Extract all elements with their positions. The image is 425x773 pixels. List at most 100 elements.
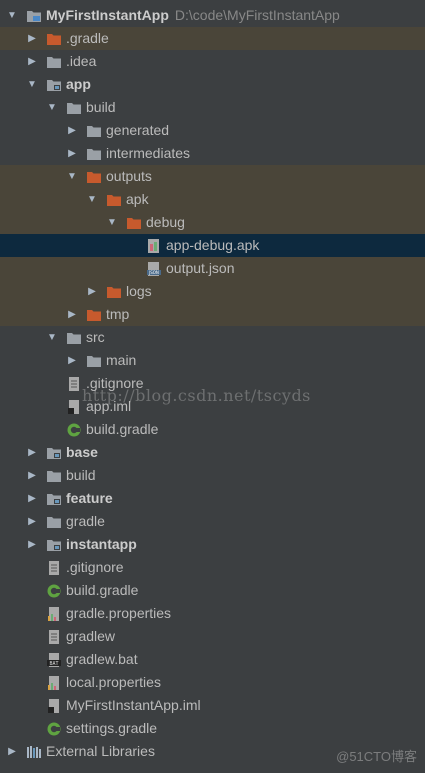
tree-row[interactable]: ▶ gradle xyxy=(0,510,425,533)
tree-row-label: feature xyxy=(66,487,113,510)
iml-file-icon xyxy=(46,698,62,714)
iml-file-icon xyxy=(66,399,82,415)
expand-arrow-icon[interactable]: ▶ xyxy=(26,50,38,73)
collapse-arrow-icon[interactable]: ▼ xyxy=(6,4,18,27)
expand-arrow-icon[interactable]: ▶ xyxy=(26,27,38,50)
tree-row[interactable]: ▶ logs xyxy=(0,280,425,303)
tree-row-label: outputs xyxy=(106,165,152,188)
tree-row-text: gradle.properties xyxy=(66,605,172,621)
json-file-icon: JSON xyxy=(146,261,162,277)
tree-row[interactable]: .gitignore xyxy=(0,556,425,579)
tree-row[interactable]: .gitignore xyxy=(0,372,425,395)
excluded-folder-icon xyxy=(106,284,122,300)
project-folder-icon xyxy=(26,8,42,24)
tree-row-label: generated xyxy=(106,119,169,142)
tree-row[interactable]: ▶ generated xyxy=(0,119,425,142)
tree-row[interactable]: JSON output.json xyxy=(0,257,425,280)
tree-row[interactable]: ▶ tmp xyxy=(0,303,425,326)
tree-row-text: app-debug.apk xyxy=(166,237,260,253)
tree-row[interactable]: ▶ build xyxy=(0,464,425,487)
collapse-arrow-icon[interactable]: ▼ xyxy=(86,188,98,211)
tree-row-text: apk xyxy=(126,191,149,207)
expand-arrow-icon[interactable]: ▶ xyxy=(66,142,78,165)
expand-arrow-icon[interactable]: ▶ xyxy=(26,510,38,533)
collapse-arrow-icon[interactable]: ▼ xyxy=(66,165,78,188)
expand-arrow-icon[interactable]: ▶ xyxy=(86,280,98,303)
tree-row-text: .idea xyxy=(66,53,97,69)
tree-row-text: generated xyxy=(106,122,170,138)
expand-arrow-icon[interactable]: ▶ xyxy=(26,487,38,510)
tree-row[interactable]: gradlew xyxy=(0,625,425,648)
expand-arrow-icon[interactable]: ▶ xyxy=(26,533,38,556)
tree-row-text: settings.gradle xyxy=(66,720,158,736)
tree-row[interactable]: settings.gradle xyxy=(0,717,425,740)
expand-arrow-icon[interactable]: ▶ xyxy=(26,464,38,487)
tree-row[interactable]: ▶ instantapp xyxy=(0,533,425,556)
properties-file-icon xyxy=(46,675,62,691)
tree-row[interactable]: ▶ .gradle xyxy=(0,27,425,50)
folder-icon xyxy=(86,146,102,162)
tree-row[interactable]: ▶ .idea xyxy=(0,50,425,73)
tree-row-label: MyFirstInstantApp D:\code\MyFirstInstantA… xyxy=(46,4,340,27)
expand-arrow-icon[interactable]: ▶ xyxy=(66,119,78,142)
tree-row-text: local.properties xyxy=(66,674,161,690)
tree-row-text: intermediates xyxy=(106,145,191,161)
tree-row[interactable]: ▼ debug xyxy=(0,211,425,234)
tree-row-text: .gradle xyxy=(66,30,109,46)
tree-row-label: src xyxy=(86,326,105,349)
tree-row-text: main xyxy=(106,352,137,368)
collapse-arrow-icon[interactable]: ▼ xyxy=(46,326,58,349)
tree-row[interactable]: ▼ MyFirstInstantApp D:\code\MyFirstInstant… xyxy=(0,4,425,27)
tree-row[interactable]: ▶ intermediates xyxy=(0,142,425,165)
gradle-file-icon xyxy=(46,721,62,737)
properties-file-icon xyxy=(46,606,62,622)
tree-row[interactable]: ▼ outputs xyxy=(0,165,425,188)
tree-row[interactable]: app-debug.apk xyxy=(0,234,425,257)
tree-row-text: debug xyxy=(146,214,185,230)
tree-row-label: build.gradle xyxy=(66,579,138,602)
tree-row-label: External Libraries xyxy=(46,740,155,763)
expand-arrow-icon[interactable]: ▶ xyxy=(66,303,78,326)
folder-icon xyxy=(66,330,82,346)
tree-row[interactable]: ▼ apk xyxy=(0,188,425,211)
tree-row[interactable]: MyFirstInstantApp.iml xyxy=(0,694,425,717)
tree-row-text: feature xyxy=(66,490,113,506)
tree-row[interactable]: ▶ base xyxy=(0,441,425,464)
tree-row[interactable]: ▼ build xyxy=(0,96,425,119)
gradle-file-icon xyxy=(66,422,82,438)
tree-row[interactable]: build.gradle xyxy=(0,418,425,441)
tree-row-label: app xyxy=(66,73,91,96)
expand-arrow-icon[interactable]: ▶ xyxy=(6,740,18,763)
tree-row[interactable]: local.properties xyxy=(0,671,425,694)
tree-row-text: gradlew.bat xyxy=(66,651,138,667)
folder-icon xyxy=(66,100,82,116)
tree-row[interactable]: app.iml xyxy=(0,395,425,418)
tree-row[interactable]: BAT gradlew.bat xyxy=(0,648,425,671)
tree-row[interactable]: ▼ app xyxy=(0,73,425,96)
tree-row-label: tmp xyxy=(106,303,129,326)
tree-row[interactable]: ▼ src xyxy=(0,326,425,349)
tree-row[interactable]: ▶ main xyxy=(0,349,425,372)
tree-row[interactable]: build.gradle xyxy=(0,579,425,602)
gradle-file-icon xyxy=(46,583,62,599)
collapse-arrow-icon[interactable]: ▼ xyxy=(26,73,38,96)
svg-text:JSON: JSON xyxy=(148,270,159,275)
project-path: D:\code\MyFirstInstantApp xyxy=(174,7,340,23)
expand-arrow-icon[interactable]: ▶ xyxy=(26,441,38,464)
tree-row-label: gradle xyxy=(66,510,105,533)
tree-row-text: app xyxy=(66,76,91,92)
project-tree[interactable]: ▼ MyFirstInstantApp D:\code\MyFirstInstant… xyxy=(0,4,425,763)
excluded-folder-icon xyxy=(106,192,122,208)
excluded-folder-icon xyxy=(126,215,142,231)
tree-row-text: output.json xyxy=(166,260,235,276)
collapse-arrow-icon[interactable]: ▼ xyxy=(106,211,118,234)
tree-row[interactable]: ▶ feature xyxy=(0,487,425,510)
tree-row-text: src xyxy=(86,329,105,345)
text-file-icon xyxy=(46,629,62,645)
expand-arrow-icon[interactable]: ▶ xyxy=(66,349,78,372)
tree-row[interactable]: gradle.properties xyxy=(0,602,425,625)
folder-icon xyxy=(46,514,62,530)
tree-row-text: build.gradle xyxy=(66,582,139,598)
collapse-arrow-icon[interactable]: ▼ xyxy=(46,96,58,119)
tree-row-label: logs xyxy=(126,280,152,303)
